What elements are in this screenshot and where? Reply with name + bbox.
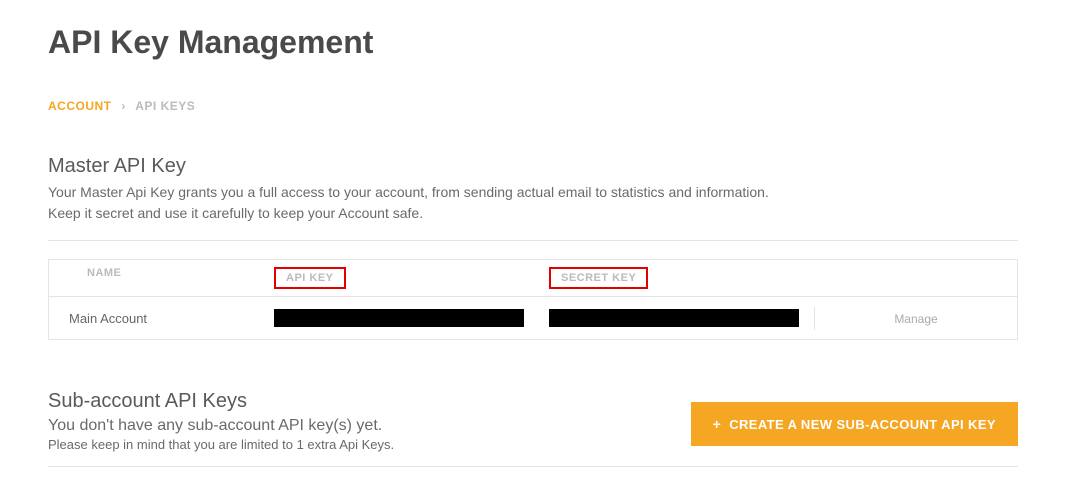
table-row: Main Account Manage bbox=[49, 297, 1017, 339]
divider bbox=[48, 240, 1018, 241]
table-header-row: NAME API KEY SECRET KEY bbox=[49, 260, 1017, 297]
sub-limit-note: Please keep in mind that you are limited… bbox=[48, 437, 691, 452]
row-api-key bbox=[264, 305, 539, 331]
breadcrumb: ACCOUNT › API KEYS bbox=[48, 99, 1018, 113]
api-keys-table: NAME API KEY SECRET KEY Main Account Man… bbox=[48, 259, 1018, 340]
row-action: Manage bbox=[814, 307, 1017, 330]
plus-icon: + bbox=[713, 416, 722, 432]
manage-link[interactable]: Manage bbox=[894, 312, 937, 326]
row-secret-key bbox=[539, 305, 814, 331]
sub-section-title: Sub-account API Keys bbox=[48, 390, 691, 413]
sub-empty-msg: You don't have any sub-account API key(s… bbox=[48, 417, 691, 435]
breadcrumb-account-link[interactable]: ACCOUNT bbox=[48, 99, 112, 113]
col-header-name: NAME bbox=[49, 267, 264, 289]
secret-key-redacted bbox=[549, 309, 799, 327]
page-title: API Key Management bbox=[48, 24, 1018, 61]
master-section-desc: Your Master Api Key grants you a full ac… bbox=[48, 182, 1018, 224]
row-name: Main Account bbox=[49, 307, 264, 330]
divider bbox=[48, 466, 1018, 467]
breadcrumb-separator: › bbox=[121, 99, 126, 113]
col-header-secret-key: SECRET KEY bbox=[539, 267, 814, 289]
create-sub-account-api-key-button[interactable]: + CREATE A NEW SUB-ACCOUNT API KEY bbox=[691, 402, 1018, 446]
master-desc-line2: Keep it secret and use it carefully to k… bbox=[48, 205, 423, 221]
api-key-redacted bbox=[274, 309, 524, 327]
col-header-api-key: API KEY bbox=[264, 267, 539, 289]
master-desc-line1: Your Master Api Key grants you a full ac… bbox=[48, 184, 769, 200]
breadcrumb-current: API KEYS bbox=[135, 99, 195, 113]
create-btn-label: CREATE A NEW SUB-ACCOUNT API KEY bbox=[729, 417, 996, 432]
master-section-title: Master API Key bbox=[48, 155, 1018, 178]
